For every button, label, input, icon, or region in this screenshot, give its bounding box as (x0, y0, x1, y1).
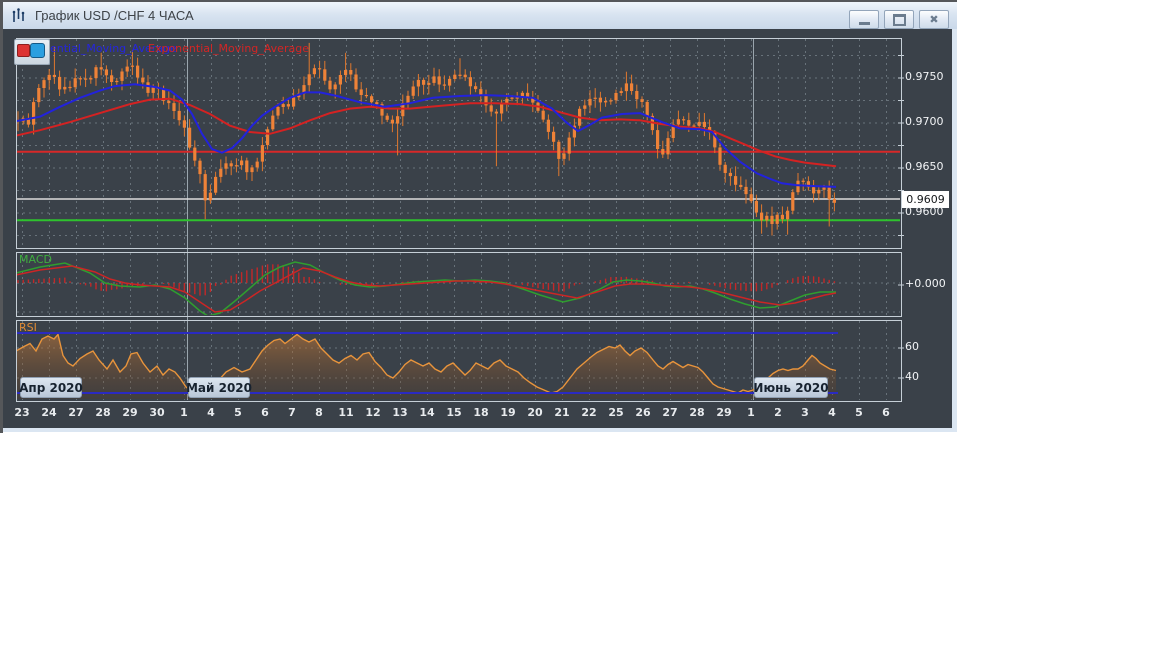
x-axis-label: 20 (527, 406, 543, 419)
x-axis-label: 5 (234, 406, 242, 419)
price-axis-label: 0.9600 (905, 205, 944, 218)
price-axis-label: 0.9700 (905, 115, 944, 128)
x-axis-label: 5 (855, 406, 863, 419)
macd-axis-label: +0.000 (905, 277, 946, 290)
x-axis-label: 1 (747, 406, 755, 419)
x-axis-label: 27 (68, 406, 84, 419)
x-axis-label: 24 (41, 406, 57, 419)
x-axis-label: 15 (446, 406, 462, 419)
chart-canvas[interactable] (0, 0, 958, 433)
x-axis-label: 30 (149, 406, 165, 419)
x-axis-label: 1 (180, 406, 188, 419)
legend-red-swatch-button[interactable] (17, 44, 30, 57)
price-axis-label: 0.9750 (905, 70, 944, 83)
x-axis-label: 6 (261, 406, 269, 419)
x-axis-label: 13 (392, 406, 408, 419)
macd-panel-label: MACD (19, 253, 52, 266)
x-axis-label: 18 (473, 406, 489, 419)
rsi-axis-label: 40 (905, 370, 919, 383)
month-marker: Апр 2020 (19, 377, 83, 398)
x-axis-label: 14 (419, 406, 435, 419)
x-axis-label: 4 (828, 406, 836, 419)
legend-ma-slow-label: Exponential_Moving_Average (148, 42, 309, 55)
rsi-axis-label: 60 (905, 340, 919, 353)
chart-window: График USD /CHF 4 ЧАСА ✖ ential_Moving_A… (0, 0, 958, 433)
x-axis-label: 26 (635, 406, 651, 419)
x-axis-label: 11 (338, 406, 354, 419)
x-axis-label: 25 (608, 406, 624, 419)
rsi-panel-label: RSI (19, 321, 37, 334)
x-axis-label: 29 (122, 406, 138, 419)
month-marker: Июнь 2020 (753, 377, 829, 398)
month-marker: Май 2020 (186, 377, 252, 398)
x-axis-label: 8 (315, 406, 323, 419)
page: { "window": { "title": "График USD /CHF … (0, 0, 1152, 648)
x-axis-label: 23 (14, 406, 30, 419)
x-axis-label: 21 (554, 406, 570, 419)
x-axis-label: 3 (801, 406, 809, 419)
x-axis-label: 28 (95, 406, 111, 419)
x-axis-label: 4 (207, 406, 215, 419)
x-axis-label: 7 (288, 406, 296, 419)
x-axis-label: 28 (689, 406, 705, 419)
x-axis-label: 2 (774, 406, 782, 419)
legend-blue-swatch-button[interactable] (30, 43, 45, 58)
x-axis-label: 27 (662, 406, 678, 419)
price-axis-label: 0.9650 (905, 160, 944, 173)
x-axis-label: 22 (581, 406, 597, 419)
x-axis-label: 29 (716, 406, 732, 419)
x-axis-label: 12 (365, 406, 381, 419)
x-axis-label: 6 (882, 406, 890, 419)
x-axis-label: 19 (500, 406, 516, 419)
